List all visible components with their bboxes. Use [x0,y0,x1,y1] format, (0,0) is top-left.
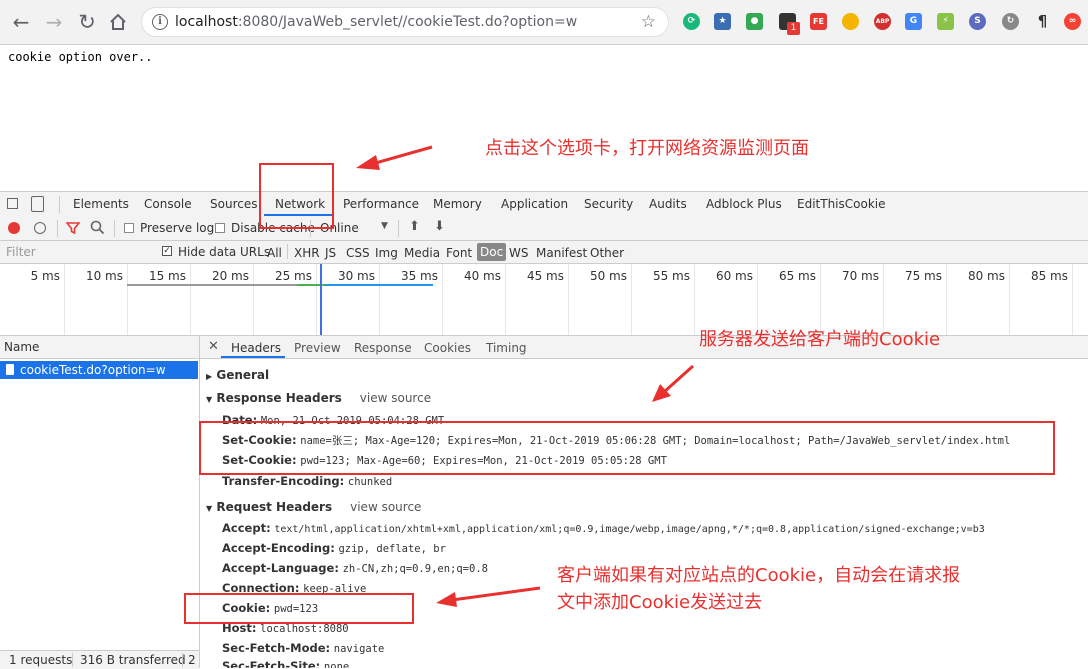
annotation-request-cookie-line1: 客户端如果有对应站点的Cookie，自动会在请求报 [557,565,961,586]
annotation-request-cookie-line2: 文中添加Cookie发送过去 [557,592,763,613]
annotation-set-cookie: 服务器发送给客户端的Cookie [699,329,941,350]
annotation-network-tab: 点击这个选项卡，打开网络资源监测页面 [485,138,809,159]
